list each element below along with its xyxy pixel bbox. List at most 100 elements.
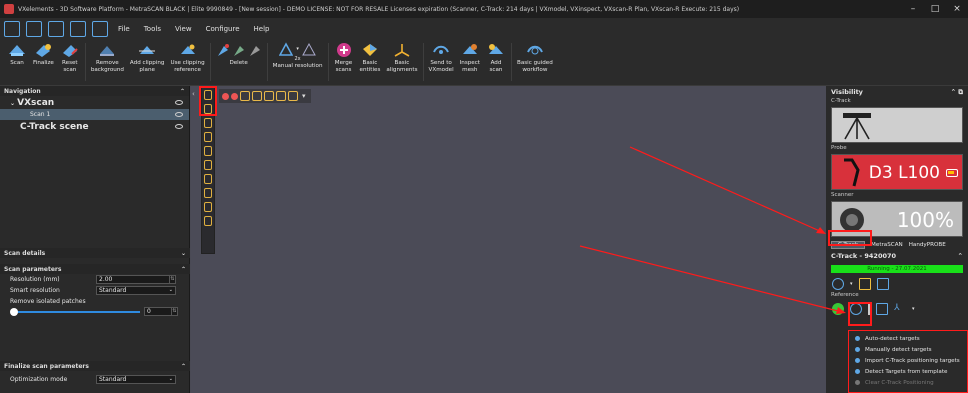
target-frame-icon[interactable] xyxy=(288,91,298,101)
minimize-button[interactable]: – xyxy=(902,4,924,14)
probe-tool-icon[interactable] xyxy=(858,278,871,290)
basic-alignments-button[interactable]: Basic alignments xyxy=(383,40,420,74)
inspect-mesh-button[interactable]: Inspect mesh xyxy=(457,40,483,74)
undo-icon[interactable] xyxy=(70,21,86,37)
3d-viewport[interactable]: ‹ ▾ xyxy=(191,86,826,393)
basic-entities-button[interactable]: Basic entities xyxy=(357,40,384,74)
menu-item-label: Manually detect targets xyxy=(865,346,932,353)
triangle-select-icon[interactable] xyxy=(204,202,212,212)
ctrack-device-header[interactable]: C-Track - 9420070 ⌃ xyxy=(826,250,968,262)
tab-handyprobe[interactable]: HandyPROBE xyxy=(909,242,946,248)
navigation-header[interactable]: Navigation ⌃ xyxy=(0,86,189,96)
send-to-vxmodel-button[interactable]: Send to VXmodel xyxy=(426,40,457,74)
brush-select-icon[interactable] xyxy=(204,174,212,184)
send-to-vxmodel-label: Send to VXmodel xyxy=(428,60,454,73)
menu-item-label: Import C-Track positioning targets xyxy=(865,357,960,364)
probe-card[interactable]: D3 L100 xyxy=(831,154,963,190)
reference-target-icon[interactable] xyxy=(832,303,844,315)
scan-details-header[interactable]: Scan details ⌄ xyxy=(0,248,190,258)
new-file-icon[interactable] xyxy=(26,21,42,37)
axis-icon[interactable]: ⅄ xyxy=(894,303,906,315)
menu-item-label: Auto-detect targets xyxy=(865,335,920,342)
close-button[interactable]: × xyxy=(946,4,968,14)
tree-scan-1[interactable]: Scan 1 xyxy=(0,109,189,120)
menu-manually-detect-targets[interactable]: Manually detect targets xyxy=(849,344,967,355)
view-options-dropdown[interactable]: ▾ xyxy=(300,92,308,100)
merge-scans-icon xyxy=(336,43,351,57)
title-bar: VXelements - 3D Software Platform - Metr… xyxy=(0,0,968,18)
manual-resolution-button[interactable]: ▾ 2x Manual resolution xyxy=(270,40,326,70)
visibility-eye-icon[interactable] xyxy=(175,100,183,105)
spinner-icon[interactable]: ⇅ xyxy=(171,308,177,315)
use-clipping-reference-button[interactable]: Use clipping reference xyxy=(167,40,207,74)
tree-vxscan[interactable]: ⌄ VXscan xyxy=(0,96,189,109)
bucket-select-icon[interactable] xyxy=(204,216,212,226)
rectangle-select-icon[interactable] xyxy=(204,146,212,156)
optimization-select[interactable]: Standard ⌄ xyxy=(96,375,176,384)
target-grid-icon[interactable] xyxy=(276,91,286,101)
scan-parameters-header[interactable]: Scan parameters ⌃ xyxy=(0,264,190,274)
target-select-icon[interactable] xyxy=(252,91,262,101)
tab-metrascan[interactable]: MetraSCAN xyxy=(871,242,903,248)
collapse-icon[interactable]: ⌃ xyxy=(180,88,185,95)
collapse-left-icon[interactable]: ‹ xyxy=(192,90,195,98)
visibility-eye-icon[interactable] xyxy=(175,112,183,117)
remove-background-button[interactable]: Remove background xyxy=(88,40,127,74)
ctrack-card[interactable] xyxy=(831,107,963,143)
menu-tools[interactable]: Tools xyxy=(140,25,165,33)
scan-button[interactable]: Scan xyxy=(4,40,30,67)
remove-patches-slider[interactable] xyxy=(12,311,140,313)
menu-help[interactable]: Help xyxy=(250,25,274,33)
visibility-header[interactable]: Visibility ⌃ ⧉ xyxy=(826,86,968,98)
add-clipping-plane-button[interactable]: Add clipping plane xyxy=(127,40,168,74)
collapse-icon[interactable]: ⌃ xyxy=(958,252,963,260)
target-arrow-icon[interactable] xyxy=(264,91,274,101)
lasso-icon[interactable] xyxy=(204,118,212,128)
menu-import-ctrack-targets[interactable]: Import C-Track positioning targets xyxy=(849,355,967,366)
crosshair-icon[interactable] xyxy=(832,278,844,290)
finalize-button[interactable]: Finalize xyxy=(30,40,57,67)
tree-ctrack-scene[interactable]: C-Track scene xyxy=(0,120,189,133)
target-icon[interactable] xyxy=(222,92,229,100)
merge-scans-button[interactable]: Merge scans xyxy=(331,40,357,74)
finalize-header[interactable]: Finalize scan parameters ⌃ xyxy=(0,361,190,371)
collapse-icon[interactable]: ⌃ xyxy=(181,363,186,370)
target-remove-icon[interactable] xyxy=(240,91,250,101)
quick-access-bar: File Tools View Configure Help xyxy=(0,18,968,40)
add-scan-button[interactable]: Add scan xyxy=(483,40,509,74)
surface-select-icon[interactable] xyxy=(204,188,212,198)
menu-auto-detect-targets[interactable]: Auto-detect targets xyxy=(849,333,967,344)
crosshair-dropdown-arrow[interactable]: ▾ xyxy=(850,281,853,287)
freeform-icon[interactable] xyxy=(204,132,212,142)
ribbon-separator xyxy=(511,43,512,81)
home-icon[interactable] xyxy=(4,21,20,37)
polygon-select-icon[interactable] xyxy=(204,160,212,170)
spinner-icon[interactable]: ⇅ xyxy=(169,276,175,283)
surface-tool-icon[interactable] xyxy=(876,278,889,290)
remove-patches-input[interactable]: 0 ⇅ xyxy=(144,307,178,316)
smart-resolution-label: Smart resolution xyxy=(10,287,60,294)
collapse-icon[interactable]: ⌃ ⧉ xyxy=(951,88,963,97)
menu-detect-from-template[interactable]: Detect Targets from template xyxy=(849,366,967,377)
basic-entities-icon xyxy=(362,44,377,56)
visibility-eye-icon[interactable] xyxy=(175,124,183,129)
reference-dropdown-arrow[interactable]: ▾ xyxy=(912,306,915,312)
redo-icon[interactable] xyxy=(92,21,108,37)
slider-knob[interactable] xyxy=(10,308,18,316)
expand-icon[interactable]: ⌄ xyxy=(181,250,186,257)
scan-parameters-title: Scan parameters xyxy=(4,265,62,273)
basic-guided-workflow-button[interactable]: Basic guided workflow xyxy=(514,40,556,74)
smart-resolution-select[interactable]: Standard ⌄ xyxy=(96,286,176,295)
collapse-icon[interactable]: ⌃ xyxy=(181,266,186,273)
maximize-button[interactable]: □ xyxy=(924,4,946,14)
menu-configure[interactable]: Configure xyxy=(202,25,244,33)
resolution-dropdown-arrow[interactable]: ▾ xyxy=(296,46,299,53)
target-add-icon[interactable] xyxy=(231,92,238,100)
delete-button[interactable]: Delete xyxy=(213,40,265,67)
resolution-input[interactable]: 2.00 ⇅ xyxy=(96,275,176,284)
reset-scan-button[interactable]: Reset scan xyxy=(57,40,83,74)
menu-file[interactable]: File xyxy=(114,25,134,33)
save-icon[interactable] xyxy=(48,21,64,37)
menu-view[interactable]: View xyxy=(171,25,196,33)
frame-targets-icon[interactable] xyxy=(876,303,888,315)
